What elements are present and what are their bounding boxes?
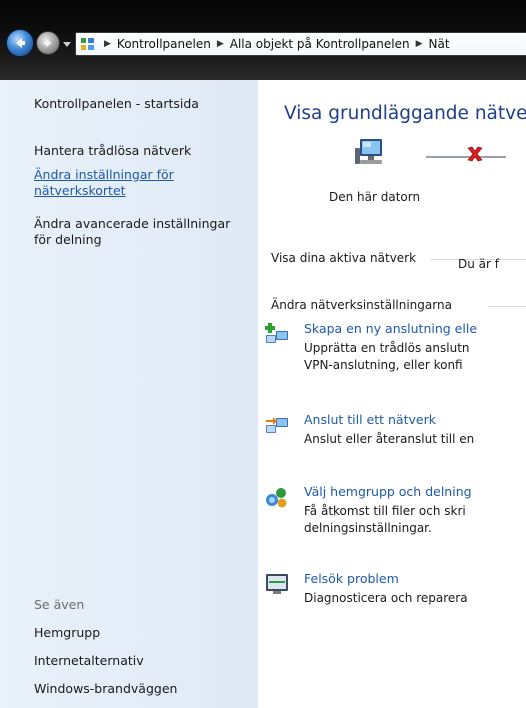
task-pane: Kontrollpanelen - startsida Hantera tråd… xyxy=(0,80,258,708)
see-also-firewall-link[interactable]: Windows-brandväggen xyxy=(34,681,177,697)
new-connection-link[interactable]: Skapa en ny anslutning elle xyxy=(304,321,526,337)
advanced-sharing-settings-link[interactable]: Ändra avancerade inställningar för delni… xyxy=(34,216,230,248)
troubleshoot-desc: Diagnosticera och reparera xyxy=(304,590,526,607)
advanced-sharing-line2: för delning xyxy=(34,232,102,247)
new-connection-desc: Upprätta en trådlös anslutn VPN-anslutni… xyxy=(304,340,526,374)
main-content: Visa grundläggande nätverk Den här dator… xyxy=(258,80,526,708)
see-also-heading: Se även xyxy=(34,597,85,612)
breadcrumb-all-items[interactable]: Alla objekt på Kontrollpanelen xyxy=(230,37,410,51)
connect-network-link[interactable]: Anslut till ett nätverk xyxy=(304,412,526,428)
breadcrumb-control-panel[interactable]: Kontrollpanelen xyxy=(117,37,211,51)
homegroup-desc: Få åtkomst till filer och skri delningsi… xyxy=(304,503,526,537)
new-connection-icon xyxy=(265,323,288,343)
new-connection-desc-line1: Upprätta en trådlös anslutn xyxy=(304,341,470,355)
task-troubleshoot: Felsök problem Diagnosticera och reparer… xyxy=(266,571,526,607)
see-also-homegroup-link[interactable]: Hemgrupp xyxy=(34,625,100,641)
computer-label: Den här datorn xyxy=(329,190,421,204)
advanced-sharing-line1: Ändra avancerade inställningar xyxy=(34,216,231,231)
homegroup-link[interactable]: Välj hemgrupp och delning xyxy=(304,484,526,500)
connect-network-desc-line1: Anslut eller återanslut till en xyxy=(304,432,475,446)
back-button[interactable] xyxy=(6,29,34,57)
new-connection-desc-line2: VPN-anslutning, eller konfi xyxy=(304,358,463,372)
chevron-right-icon[interactable]: ▶ xyxy=(217,39,224,49)
arrow-left-icon xyxy=(16,38,25,48)
active-networks-status: Du är f xyxy=(458,257,499,271)
troubleshoot-link[interactable]: Felsök problem xyxy=(304,571,526,587)
address-bar: ▶ Kontrollpanelen ▶ Alla objekt på Kontr… xyxy=(0,0,526,80)
disconnected-x-icon[interactable] xyxy=(465,144,485,164)
recent-pages-dropdown-icon[interactable] xyxy=(63,40,71,48)
homegroup-icon xyxy=(266,488,287,508)
active-networks-heading: Visa dina aktiva nätverk xyxy=(271,251,417,265)
control-panel-home-link[interactable]: Kontrollpanelen - startsida xyxy=(34,96,199,112)
connect-network-icon xyxy=(266,417,288,433)
forward-button[interactable] xyxy=(36,31,60,55)
task-connect-network: Anslut till ett nätverk Anslut eller åte… xyxy=(266,412,526,448)
arrow-right-icon xyxy=(43,38,52,48)
breadcrumb-network[interactable]: Nät xyxy=(429,37,450,51)
chevron-right-icon[interactable]: ▶ xyxy=(104,39,111,49)
computer-icon[interactable] xyxy=(354,138,388,168)
page-title: Visa grundläggande nätverk xyxy=(284,103,526,124)
change-settings-rule xyxy=(488,306,526,307)
change-adapter-settings-link[interactable]: Ändra inställningar för nätverkskortet xyxy=(34,167,174,199)
control-panel-icon xyxy=(81,38,94,50)
homegroup-desc-line1: Få åtkomst till filer och skri xyxy=(304,504,466,518)
change-adapter-settings-line1: Ändra inställningar för xyxy=(34,167,174,182)
troubleshoot-icon xyxy=(266,574,288,594)
address-field[interactable]: ▶ Kontrollpanelen ▶ Alla objekt på Kontr… xyxy=(75,32,526,56)
chevron-right-icon[interactable]: ▶ xyxy=(416,39,423,49)
see-also-internet-options-link[interactable]: Internetalternativ xyxy=(34,653,144,669)
connect-network-desc: Anslut eller återanslut till en xyxy=(304,431,526,448)
homegroup-desc-line2: delningsinställningar. xyxy=(304,521,432,535)
manage-wireless-networks-link[interactable]: Hantera trådlösa nätverk xyxy=(34,143,191,159)
troubleshoot-desc-line1: Diagnosticera och reparera xyxy=(304,591,468,605)
change-settings-heading: Ändra nätverksinställningarna xyxy=(271,298,452,312)
change-adapter-settings-line2: nätverkskortet xyxy=(34,183,126,198)
task-homegroup-sharing: Välj hemgrupp och delning Få åtkomst til… xyxy=(266,484,526,537)
task-new-connection: Skapa en ny anslutning elle Upprätta en … xyxy=(265,321,526,374)
